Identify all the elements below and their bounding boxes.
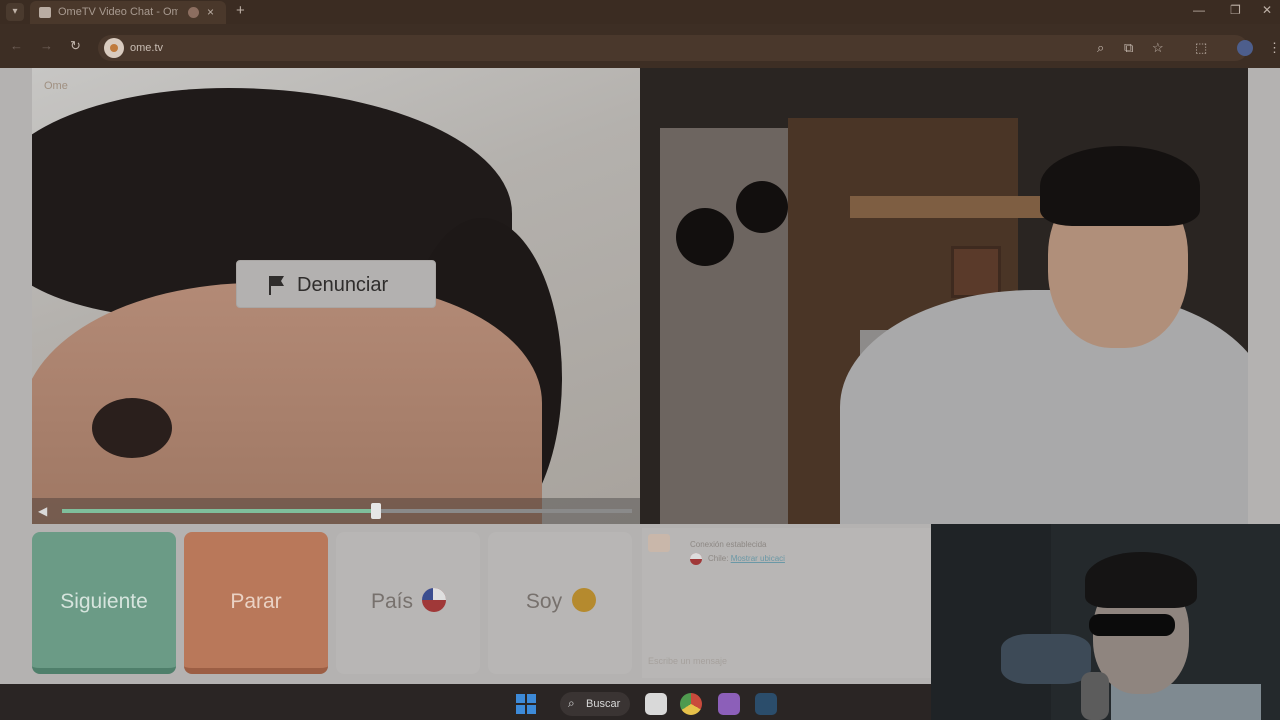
taskbar-search[interactable]: ⌕ Buscar xyxy=(560,692,630,716)
chat-message-input[interactable]: Escribe un mensaje xyxy=(648,656,727,666)
video-record-shape xyxy=(736,181,788,233)
gender-button[interactable]: Soy xyxy=(488,532,632,674)
zoom-icon[interactable]: ⌕ xyxy=(1097,40,1104,56)
steam-icon[interactable] xyxy=(755,693,777,715)
chrome-icon[interactable] xyxy=(680,693,702,715)
menu-icon[interactable]: ⋮ xyxy=(1268,40,1280,56)
url-text[interactable]: ome.tv xyxy=(130,42,163,54)
tab-title: OmeTV Video Chat - Ome xyxy=(58,6,178,18)
webcam-sunglasses-shape xyxy=(1089,614,1175,636)
new-tab-button[interactable]: + xyxy=(236,2,245,19)
volume-icon[interactable]: ◀ xyxy=(38,504,52,518)
tab-strip: ▾ OmeTV Video Chat - Ome × + — ❐ ✕ xyxy=(0,0,1280,24)
flag-icon xyxy=(269,276,284,295)
recording-indicator-icon xyxy=(188,7,199,18)
brand-logo: Ome xyxy=(44,80,68,92)
tab-search-icon[interactable]: ▾ xyxy=(6,3,24,21)
site-info-icon[interactable] xyxy=(104,38,124,58)
restore-button[interactable]: ❐ xyxy=(1230,3,1241,17)
bookmark-star-icon[interactable]: ☆ xyxy=(1152,40,1164,56)
volume-bar: ◀ xyxy=(32,498,640,524)
browser-tab[interactable]: OmeTV Video Chat - Ome × xyxy=(30,1,226,24)
webcam-pillow-shape xyxy=(1001,634,1091,684)
install-app-icon[interactable]: ⧉ xyxy=(1124,40,1133,56)
extensions-icon[interactable]: ⬚ xyxy=(1195,40,1207,56)
chat-panel: Conexión establecida Chile: Mostrar ubic… xyxy=(642,528,932,678)
taskbar xyxy=(0,684,931,720)
profile-avatar[interactable] xyxy=(1237,40,1253,56)
close-window-button[interactable]: ✕ xyxy=(1262,3,1272,17)
forward-icon[interactable]: → xyxy=(40,38,53,53)
chat-flag-icon xyxy=(690,553,702,565)
taskbar-search-label: Buscar xyxy=(586,698,621,710)
obs-icon[interactable] xyxy=(718,693,740,715)
face-emoji-icon xyxy=(572,588,596,612)
chat-status: Conexión establecida xyxy=(690,540,767,549)
volume-slider-handle[interactable] xyxy=(371,503,381,519)
video-hair-shape xyxy=(1040,146,1200,226)
back-icon[interactable]: ← xyxy=(10,38,23,53)
tab-favicon-icon xyxy=(39,7,51,18)
show-location-link[interactable]: Mostrar ubicaci xyxy=(731,554,785,563)
chat-country-name: Chile xyxy=(708,554,727,563)
report-button[interactable]: Denunciar xyxy=(236,260,436,308)
chat-country-line: Chile: Mostrar ubicaci xyxy=(708,554,785,563)
webcam-microphone-shape xyxy=(1081,672,1109,720)
search-icon: ⌕ xyxy=(568,696,575,710)
video-poster-shape xyxy=(951,246,1001,298)
windows-start-icon[interactable] xyxy=(516,694,536,714)
report-label: Denunciar xyxy=(297,274,389,296)
chile-flag-icon xyxy=(422,588,446,612)
next-label: Siguiente xyxy=(60,590,148,613)
tab-close-icon[interactable]: × xyxy=(207,5,214,19)
webcam-hair-shape xyxy=(1085,552,1197,608)
video-record-shape xyxy=(676,208,734,266)
minimize-button[interactable]: — xyxy=(1193,3,1205,17)
video-shelf-board-shape xyxy=(850,196,1060,218)
next-button[interactable]: Siguiente xyxy=(32,532,176,674)
address-bar[interactable] xyxy=(98,35,1248,61)
video-hoodie-shape xyxy=(840,290,1248,524)
country-button[interactable]: País xyxy=(336,532,480,674)
stop-label: Parar xyxy=(230,590,282,613)
stop-button[interactable]: Parar xyxy=(184,532,328,674)
streamer-webcam xyxy=(931,524,1280,720)
reload-icon[interactable]: ↻ xyxy=(70,38,81,54)
video-eye-shape xyxy=(92,398,172,458)
chat-avatar-icon xyxy=(648,534,670,552)
file-explorer-icon[interactable] xyxy=(645,693,667,715)
self-video xyxy=(640,68,1248,524)
volume-fill xyxy=(62,509,376,513)
